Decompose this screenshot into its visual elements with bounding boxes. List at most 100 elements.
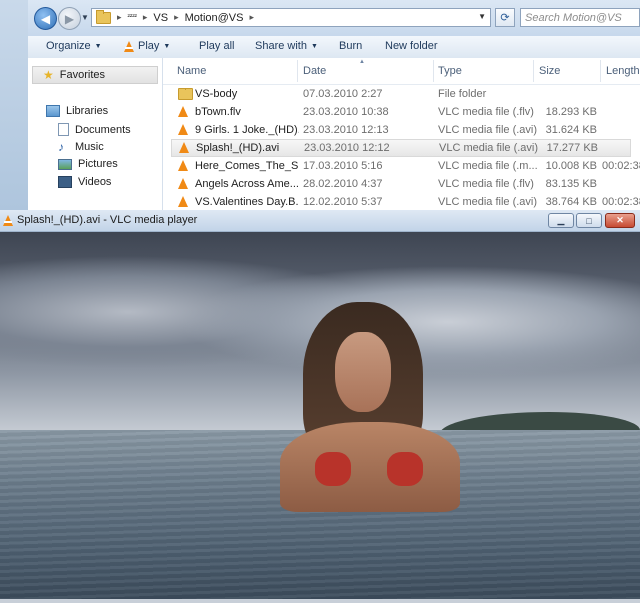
column-header-name[interactable]: Name <box>177 65 206 77</box>
command-bar: Organize ▼ Play ▼ Play all Share with ▼ … <box>28 36 640 59</box>
sort-ascending-icon: ▲ <box>359 59 365 65</box>
nav-item-videos[interactable]: Videos <box>58 176 111 188</box>
play-button[interactable]: Play ▼ <box>124 40 170 52</box>
burn-label: Burn <box>339 40 363 52</box>
file-length: 00:02:38 <box>602 196 640 208</box>
close-button[interactable]: ✕ <box>605 213 635 228</box>
vlc-icon <box>179 142 189 153</box>
video-frame[interactable] <box>0 232 640 599</box>
chevron-right-icon[interactable]: ▸ <box>249 12 254 23</box>
file-row[interactable]: bTown.flv 23.03.2010 10:38 VLC media fil… <box>171 104 631 122</box>
nav-label: Documents <box>75 123 131 136</box>
refresh-button[interactable]: ⟳ <box>495 8 515 27</box>
column-divider[interactable] <box>433 60 434 82</box>
column-divider[interactable] <box>600 60 601 82</box>
nav-item-favorites[interactable]: ★ Favorites <box>32 66 158 84</box>
minimize-button[interactable]: ▁ <box>548 213 574 228</box>
file-name: Here_Comes_The_S... <box>195 160 299 172</box>
file-row[interactable]: Angels Across Ame... 28.02.2010 4:37 VLC… <box>171 176 631 194</box>
chevron-right-icon[interactable]: ▸ <box>143 12 148 23</box>
nav-label: Favorites <box>59 69 106 81</box>
document-icon <box>58 123 69 136</box>
file-size: 31.624 KB <box>545 124 597 136</box>
file-type: VLC media file (.flv) <box>438 106 534 118</box>
arrow-right-icon: ▶ <box>64 11 75 26</box>
file-row[interactable]: Here_Comes_The_S... 17.03.2010 5:16 VLC … <box>171 158 640 176</box>
breadcrumb-item[interactable]: VS <box>153 12 168 24</box>
file-row[interactable]: VS-body 07.03.2010 2:27 File folder <box>171 86 631 104</box>
column-header-length[interactable]: Length <box>606 65 640 77</box>
column-divider[interactable] <box>533 60 534 82</box>
maximize-button[interactable]: □ <box>576 213 602 228</box>
forward-button[interactable]: ▶ <box>58 7 81 30</box>
back-button[interactable]: ◀ <box>34 7 57 30</box>
file-type: VLC media file (.avi) <box>439 142 539 154</box>
vlc-icon <box>178 106 188 117</box>
file-date: 28.02.2010 4:37 <box>303 178 383 190</box>
nav-item-libraries[interactable]: Libraries <box>46 105 108 117</box>
file-type: VLC media file (.m... <box>438 160 538 172</box>
file-name: bTown.flv <box>195 106 241 118</box>
new-folder-button[interactable]: New folder <box>385 40 438 52</box>
nav-item-documents[interactable]: Documents <box>58 123 131 136</box>
video-person-swimsuit <box>315 452 351 486</box>
file-date: 23.03.2010 12:12 <box>304 142 390 154</box>
video-icon <box>58 176 72 188</box>
breadcrumb[interactable]: ▸ ²²²² ▸ VS ▸ Motion@VS ▸ ▼ <box>91 8 491 27</box>
nav-label: Libraries <box>66 105 109 117</box>
vlc-title-bar[interactable]: Splash!_(HD).avi - VLC media player ▁ □ … <box>0 210 640 232</box>
file-row[interactable]: VS.Valentines Day.B... 12.02.2010 5:37 V… <box>171 194 640 210</box>
minimize-icon: ▁ <box>557 215 565 225</box>
column-header-date[interactable]: Date <box>303 65 326 77</box>
vlc-icon <box>178 160 188 171</box>
vlc-player-window: Splash!_(HD).avi - VLC media player ▁ □ … <box>0 210 640 603</box>
burn-button[interactable]: Burn <box>339 40 362 52</box>
play-all-button[interactable]: Play all <box>199 40 234 52</box>
play-all-label: Play all <box>199 40 235 52</box>
chevron-right-icon[interactable]: ▸ <box>174 12 179 23</box>
organize-button[interactable]: Organize ▼ <box>46 40 102 52</box>
chevron-down-icon: ▼ <box>310 42 318 50</box>
video-person-shoulders <box>280 422 460 512</box>
file-size: 17.277 KB <box>546 142 598 154</box>
video-person-face <box>335 332 391 412</box>
file-date: 07.03.2010 2:27 <box>303 88 383 100</box>
search-input[interactable]: Search Motion@VS <box>520 8 640 27</box>
address-bar-area: ◀ ▶ ▼ ▸ ²²²² ▸ VS ▸ Motion@VS ▸ ▼ ⟳ Sear… <box>28 0 640 36</box>
breadcrumb-item[interactable]: Motion@VS <box>185 12 244 24</box>
vlc-icon <box>3 215 13 226</box>
vlc-icon <box>178 196 188 207</box>
maximize-icon: □ <box>586 215 592 226</box>
video-person <box>275 302 465 522</box>
music-note-icon: ♪ <box>58 140 64 154</box>
column-header-size[interactable]: Size <box>539 65 560 77</box>
file-name: Angels Across Ame... <box>195 178 299 190</box>
chevron-right-icon[interactable]: ▸ <box>117 12 122 23</box>
vlc-icon <box>124 40 134 52</box>
play-label: Play <box>138 40 160 52</box>
file-date: 23.03.2010 12:13 <box>303 124 389 136</box>
nav-item-pictures[interactable]: Pictures <box>58 158 118 170</box>
nav-item-music[interactable]: ♪ Music <box>58 140 104 154</box>
file-date: 17.03.2010 5:16 <box>303 160 383 172</box>
folder-icon <box>96 9 111 24</box>
breadcrumb-item[interactable]: ²²²² <box>128 14 137 21</box>
nav-label: Videos <box>78 176 112 188</box>
close-icon: ✕ <box>616 215 624 225</box>
window-frame-edge <box>0 0 29 210</box>
picture-icon <box>58 158 72 170</box>
recent-pages-dropdown-icon[interactable]: ▼ <box>81 13 89 22</box>
organize-label: Organize <box>46 40 91 52</box>
file-list: Name ▲ Date Type Size Length VS-body 07.… <box>163 58 640 210</box>
file-length: 00:02:38 <box>602 160 640 172</box>
file-size: 83.135 KB <box>545 178 597 190</box>
share-with-button[interactable]: Share with ▼ <box>255 40 318 52</box>
video-person-swimsuit <box>387 452 423 486</box>
column-header-type[interactable]: Type <box>438 65 462 77</box>
address-history-dropdown-icon[interactable]: ▼ <box>478 12 486 21</box>
file-row-selected[interactable]: Splash!_(HD).avi 23.03.2010 12:12 VLC me… <box>171 139 631 157</box>
file-row[interactable]: 9 Girls. 1 Joke._(HD)... 23.03.2010 12:1… <box>171 122 631 140</box>
column-divider[interactable] <box>297 60 298 82</box>
file-size: 38.764 KB <box>545 196 597 208</box>
file-name: Splash!_(HD).avi <box>196 142 280 154</box>
